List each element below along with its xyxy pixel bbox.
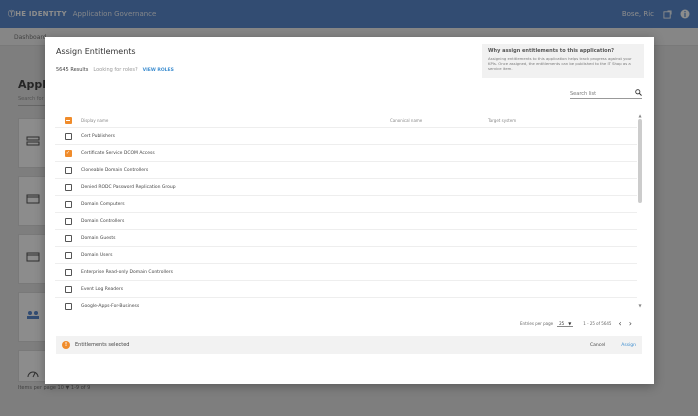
dialog-title: Assign Entitlements [56, 47, 136, 56]
row-display-name: Domain Computers [81, 201, 125, 207]
search-placeholder: Search list [570, 90, 597, 97]
select-all-checkbox[interactable] [64, 116, 72, 124]
info-body: Assigning entitlements to this applicati… [488, 56, 632, 71]
table-row[interactable]: ✓ Certificate Service DCOM Access [55, 144, 637, 161]
selection-status: Entitlements selected [75, 342, 130, 348]
row-display-name: Domain Users [81, 252, 113, 258]
row-display-name: Google-Apps-For-Business [81, 303, 140, 309]
row-display-name: Enterprise Read-only Domain Controllers [81, 269, 173, 275]
row-checkbox[interactable] [64, 302, 72, 310]
assign-entitlements-dialog: Assign Entitlements 5645 Results Looking… [45, 37, 654, 384]
row-checkbox[interactable] [64, 268, 72, 276]
search-icon[interactable] [635, 89, 642, 98]
previous-page-icon[interactable]: ‹ [618, 319, 621, 328]
row-checkbox[interactable] [64, 251, 72, 259]
row-checkbox[interactable] [64, 132, 72, 140]
alert-icon: ! [62, 341, 70, 349]
scroll-up-icon[interactable]: ▲ [637, 113, 643, 118]
table-row[interactable]: Google-Apps-For-Business [55, 297, 637, 314]
info-panel: Why assign entitlements to this applicat… [482, 44, 644, 78]
row-display-name: Certificate Service DCOM Access [81, 150, 155, 156]
table-header: Display name Canonical name Target syste… [55, 113, 637, 127]
entries-per-page-label: Entries per page [520, 321, 554, 326]
per-page-value: 25 [559, 320, 565, 326]
info-title: Why assign entitlements to this applicat… [488, 48, 615, 54]
table-row[interactable]: Cloneable Domain Controllers [55, 161, 637, 178]
column-canonical-name[interactable]: Canonical name [390, 118, 488, 123]
row-display-name: Cloneable Domain Controllers [81, 167, 149, 173]
list-scrollbar[interactable]: ▲ ▼ [637, 113, 643, 308]
scrollbar-thumb[interactable] [638, 119, 642, 203]
row-checkbox[interactable] [64, 166, 72, 174]
results-summary: 5645 Results Looking for roles? VIEW ROL… [56, 67, 174, 73]
next-page-icon[interactable]: › [629, 319, 632, 328]
table-row[interactable]: Domain Controllers [55, 212, 637, 229]
row-checkbox[interactable] [64, 217, 72, 225]
scroll-down-icon[interactable]: ▼ [637, 303, 643, 308]
row-checkbox[interactable] [64, 285, 72, 293]
view-roles-link[interactable]: VIEW ROLES [143, 68, 174, 73]
page-range: 1 - 25 of 5645 [583, 321, 612, 326]
row-checkbox[interactable] [64, 200, 72, 208]
row-checkbox[interactable] [64, 183, 72, 191]
pagination: Entries per page 25 ▼ 1 - 25 of 5645 ‹ › [520, 319, 632, 328]
row-display-name: Event Log Readers [81, 286, 124, 292]
results-count: 5645 Results [56, 67, 89, 73]
table-row[interactable]: Event Log Readers [55, 280, 637, 297]
row-display-name: Denied RODC Password Replication Group [81, 184, 176, 190]
table-row[interactable]: Enterprise Read-only Domain Controllers [55, 263, 637, 280]
search-list-input[interactable]: Search list [570, 89, 642, 99]
row-display-name: Cert Publishers [81, 133, 115, 139]
table-row[interactable]: Domain Guests [55, 229, 637, 246]
row-display-name: Domain Controllers [81, 218, 125, 224]
table-row[interactable]: Denied RODC Password Replication Group [55, 178, 637, 195]
cancel-button[interactable]: Cancel [590, 343, 605, 348]
row-checkbox[interactable] [64, 234, 72, 242]
chevron-down-icon: ▼ [568, 320, 572, 326]
table-row[interactable]: Domain Computers [55, 195, 637, 212]
table-row[interactable]: Cert Publishers [55, 127, 637, 144]
roles-hint: Looking for roles? [93, 67, 138, 73]
row-checkbox[interactable]: ✓ [64, 149, 72, 157]
assign-button[interactable]: Assign [621, 343, 636, 348]
row-display-name: Domain Guests [81, 235, 116, 241]
entitlement-list: Cert Publishers ✓ Certificate Service DCO… [55, 127, 637, 314]
column-target-system[interactable]: Target system [488, 118, 608, 123]
selection-footer: ! Entitlements selected Cancel Assign [56, 336, 642, 354]
entries-per-page-select[interactable]: 25 ▼ [557, 320, 574, 327]
table-row[interactable]: Domain Users [55, 246, 637, 263]
column-display-name[interactable]: Display name [81, 118, 390, 123]
